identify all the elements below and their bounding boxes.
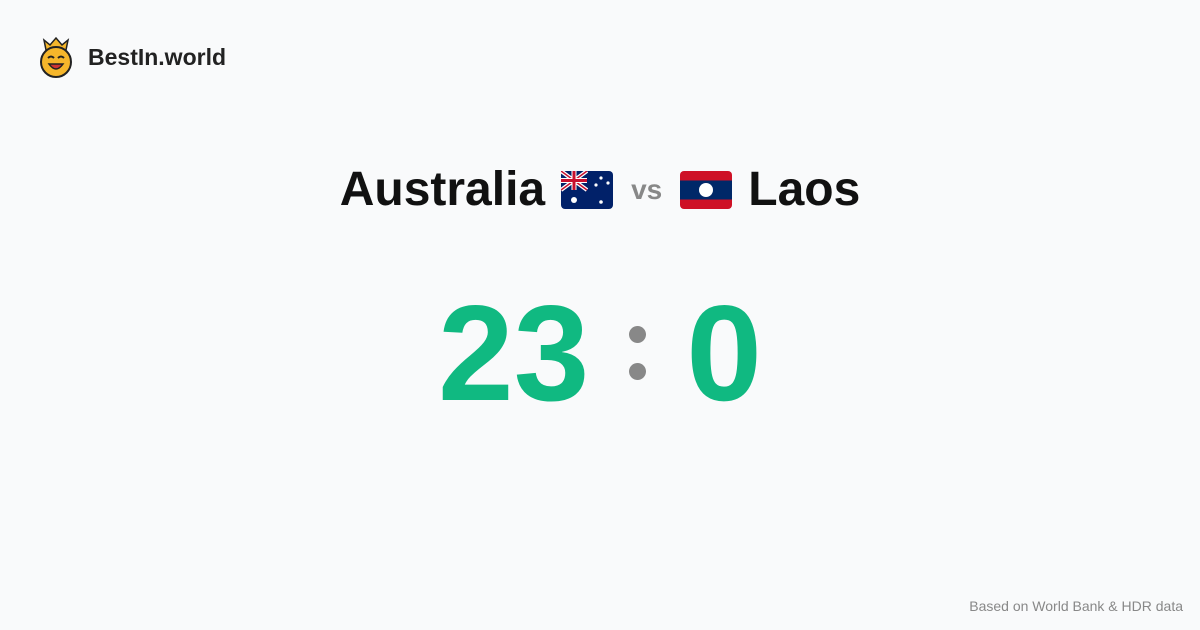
score: 23 0 xyxy=(0,275,1200,431)
left-score: 23 xyxy=(438,277,590,429)
comparison-title: Australia vs Laos xyxy=(0,162,1200,217)
vs-label: vs xyxy=(631,173,663,205)
laos-flag-icon xyxy=(680,170,733,209)
logo[interactable]: BestIn.world xyxy=(38,36,226,78)
score-separator xyxy=(629,326,647,380)
left-country: Australia xyxy=(339,163,546,216)
right-country: Laos xyxy=(748,163,861,216)
australia-flag-icon xyxy=(561,170,614,209)
right-score: 0 xyxy=(686,277,762,429)
footer-source: Based on World Bank & HDR data xyxy=(969,598,1183,614)
crown-smiley-icon xyxy=(40,36,72,78)
brand-name: BestIn.world xyxy=(88,43,227,70)
